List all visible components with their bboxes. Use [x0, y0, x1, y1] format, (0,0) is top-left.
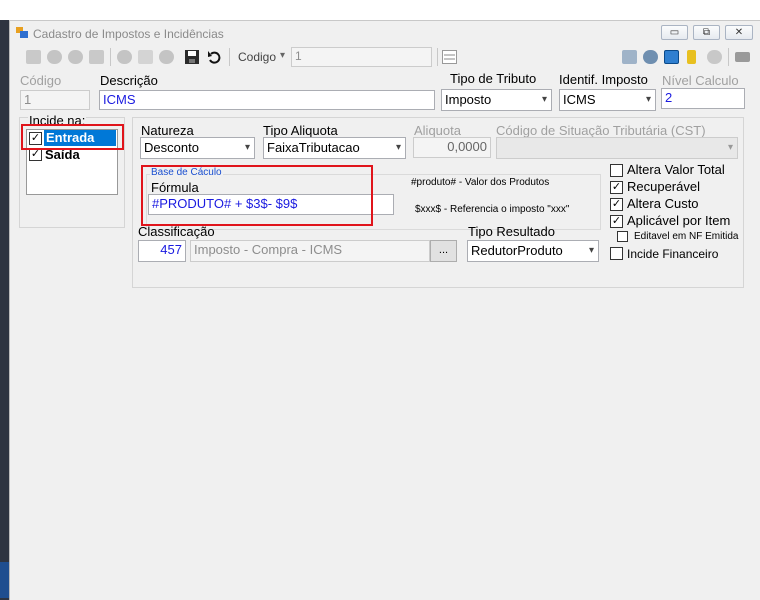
desktop-top-strip	[0, 0, 760, 20]
tipo-tributo-select[interactable]: Imposto ▾	[441, 89, 552, 111]
save-icon[interactable]	[185, 50, 199, 64]
incide-financeiro-checkbox[interactable]	[610, 247, 623, 260]
search-grid-icon[interactable]	[442, 50, 457, 64]
identif-imposto-value: ICMS	[563, 92, 596, 107]
note-icon[interactable]	[687, 50, 696, 64]
classificacao-description-field: Imposto - Compra - ICMS	[190, 240, 430, 262]
altera-valor-total-checkbox[interactable]	[610, 164, 623, 177]
app-icon	[16, 27, 28, 38]
toolbar-separator	[110, 48, 111, 66]
window-icon[interactable]	[664, 50, 679, 64]
desktop-left-strip	[0, 20, 9, 600]
aplicavel-por-item-label[interactable]: Aplicável por Item	[627, 213, 730, 228]
tipo-tributo-value: Imposto	[445, 92, 492, 107]
aliquota-field[interactable]: 0,0000	[413, 137, 491, 158]
formula-help-produto: #produto# - Valor dos Produtos	[411, 177, 550, 188]
chevron-down-icon: ▾	[645, 94, 651, 105]
classificacao-lookup-button[interactable]: ...	[430, 240, 457, 262]
maximize-button[interactable]: ⧉	[693, 25, 720, 40]
new-record-icon[interactable]	[26, 50, 41, 64]
cancel-icon[interactable]	[159, 50, 174, 64]
altera-custo-label[interactable]: Altera Custo	[627, 196, 699, 211]
natureza-label: Natureza	[141, 123, 194, 138]
editavel-nf-label[interactable]: Editavel em NF Emitida	[634, 231, 738, 242]
window-title: Cadastro de Impostos e Incidências	[33, 27, 224, 41]
classificacao-code-field[interactable]: 457	[138, 240, 186, 262]
exit-icon[interactable]	[735, 52, 750, 62]
tipo-aliquota-select[interactable]: FaixaTributacao ▾	[263, 137, 406, 159]
identif-imposto-select[interactable]: ICMS ▾	[559, 89, 656, 111]
incide-financeiro-label[interactable]: Incide Financeiro	[627, 247, 718, 261]
chevron-down-icon[interactable]: ▾	[280, 50, 285, 61]
chevron-down-icon: ▾	[727, 142, 733, 153]
codigo-field[interactable]: 1	[20, 90, 90, 110]
formula-help-imposto: $xxx$ - Referencia o imposto "xxx"	[415, 204, 570, 215]
tipo-aliquota-label: Tipo Aliquota	[263, 123, 338, 138]
report-icon[interactable]	[622, 50, 637, 64]
tipo-tributo-label: Tipo de Tributo	[450, 71, 537, 86]
chevron-down-icon: ▾	[541, 94, 547, 105]
highlight-entrada	[21, 124, 124, 150]
natureza-select[interactable]: Desconto ▾	[140, 137, 255, 159]
user-icon[interactable]	[707, 50, 722, 64]
aliquota-label: Aliquota	[414, 123, 461, 138]
editavel-nf-checkbox[interactable]	[617, 231, 628, 242]
tipo-resultado-label: Tipo Resultado	[468, 224, 555, 239]
chevron-down-icon: ▾	[588, 245, 594, 256]
highlight-formula	[141, 165, 373, 226]
toolbar: Codigo ▾ 1	[10, 45, 760, 70]
recuperavel-checkbox[interactable]: ✓	[610, 181, 623, 194]
codigo-search-input[interactable]: 1	[291, 47, 432, 67]
aplicavel-por-item-checkbox[interactable]: ✓	[610, 215, 623, 228]
delete-record-icon[interactable]	[89, 50, 104, 64]
recuperavel-label[interactable]: Recuperável	[627, 179, 700, 194]
document-icon[interactable]	[138, 50, 153, 64]
tipo-resultado-value: RedutorProduto	[471, 243, 563, 258]
tipo-aliquota-value: FaixaTributacao	[267, 140, 360, 155]
descricao-field[interactable]: ICMS	[99, 90, 435, 110]
chevron-down-icon: ▾	[244, 142, 250, 153]
cst-select[interactable]: ▾	[496, 137, 738, 159]
natureza-value: Desconto	[144, 140, 199, 155]
codigo-search-label[interactable]: Codigo	[238, 50, 276, 64]
cst-label: Código de Situação Tributária (CST)	[496, 123, 706, 138]
classificacao-label: Classificação	[138, 224, 215, 239]
toolbar-separator	[437, 48, 438, 66]
altera-custo-checkbox[interactable]: ✓	[610, 198, 623, 211]
close-button[interactable]: ✕	[725, 25, 753, 40]
altera-valor-total-label[interactable]: Altera Valor Total	[627, 162, 725, 177]
descricao-label: Descrição	[100, 73, 158, 88]
nivel-calculo-field[interactable]: 2	[661, 88, 745, 109]
title-bar: Cadastro de Impostos e Incidências ▭ ⧉ ✕	[10, 21, 760, 45]
codigo-label: Código	[20, 73, 62, 88]
identif-imposto-label: Identif. Imposto	[559, 72, 648, 87]
form-window: Cadastro de Impostos e Incidências ▭ ⧉ ✕…	[9, 20, 760, 600]
add-icon[interactable]	[117, 50, 132, 64]
nivel-calculo-label: Nível Calculo	[662, 73, 739, 88]
minimize-button[interactable]: ▭	[661, 25, 688, 40]
chevron-down-icon: ▾	[395, 142, 401, 153]
copy-record-icon[interactable]	[68, 50, 83, 64]
toolbar-separator	[229, 48, 230, 66]
toolbar-separator	[728, 48, 729, 66]
undo-icon[interactable]	[207, 50, 221, 64]
edit-record-icon[interactable]	[47, 50, 62, 64]
tipo-resultado-select[interactable]: RedutorProduto ▾	[467, 240, 599, 262]
settings-icon[interactable]	[643, 50, 658, 64]
